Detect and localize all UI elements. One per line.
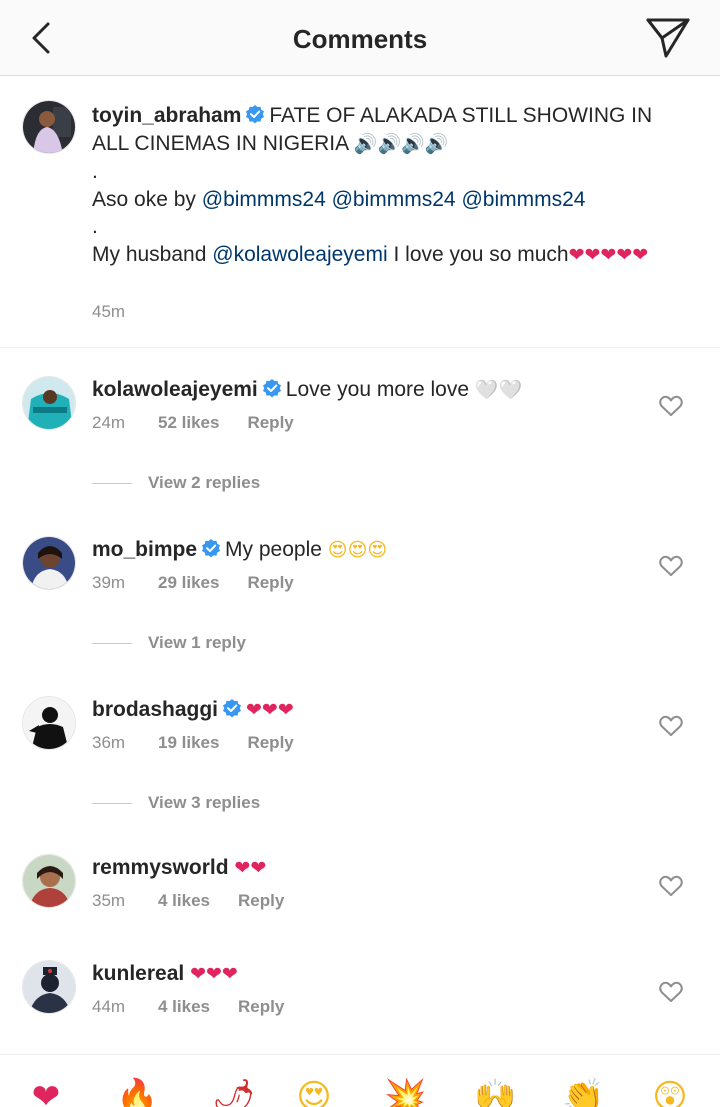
speaker-emoji: 🔊🔊🔊🔊 [353,132,449,155]
emoji-pepper-button[interactable]: 🌶 [212,1077,255,1107]
heart-emoji: ❤❤❤❤❤ [568,243,649,266]
caption-line3-after: I love you so much [393,242,569,266]
caption-text: toyin_abraham FATE OF ALAKADA STILL SHOWI… [92,102,682,269]
comment-text: kolawoleajeyemi Love you more love 🤍🤍 [92,376,652,404]
view-replies-link[interactable]: View 2 replies [92,473,260,493]
reply-button[interactable]: Reply [247,573,293,593]
post-caption: toyin_abraham FATE OF ALAKADA STILL SHOWI… [0,76,720,348]
white-heart-emoji: 🤍🤍 [474,379,523,401]
like-heart-icon[interactable] [658,874,684,898]
view-replies-label: View 1 reply [148,633,246,652]
avatar[interactable] [22,854,76,908]
comment-meta: 36m 19 likes Reply [92,733,294,753]
like-heart-icon[interactable] [658,554,684,578]
emoji-raised-hands-button[interactable]: 🙌 [474,1077,516,1107]
reply-button[interactable]: Reply [247,413,293,433]
comment-meta: 24m 52 likes Reply [92,413,294,433]
caption-dot: . [92,215,98,238]
view-replies-label: View 3 replies [148,793,261,812]
comment-username[interactable]: kolawoleajeyemi [92,378,258,401]
likes-count[interactable]: 19 likes [158,733,219,753]
like-heart-icon[interactable] [658,714,684,738]
view-replies-link[interactable]: View 1 reply [92,633,246,653]
comment-username[interactable]: mo_bimpe [92,538,197,561]
like-heart-icon[interactable] [658,394,684,418]
comment-meta: 44m 4 likes Reply [92,997,284,1017]
heart-emoji: ❤❤❤ [246,699,294,721]
likes-count[interactable]: 52 likes [158,413,219,433]
view-replies-label: View 2 replies [148,473,261,492]
reply-button[interactable]: Reply [238,891,284,911]
likes-count[interactable]: 4 likes [158,997,210,1017]
verified-badge-icon [202,539,221,558]
avatar[interactable] [22,100,76,154]
emoji-heart-button[interactable]: ❤ [26,1077,66,1107]
verified-badge-icon [246,105,265,124]
comment-time: 36m [92,733,126,752]
post-username[interactable]: toyin_abraham [92,104,241,127]
comment-time: 24m [92,413,126,432]
avatar[interactable] [22,376,76,430]
mention-link[interactable]: @kolawoleajeyemi [212,243,387,266]
avatar[interactable] [22,960,76,1014]
comment-time: 44m [92,997,126,1016]
likes-count[interactable]: 29 likes [158,573,219,593]
emoji-fire-button[interactable]: 🔥 [116,1077,158,1107]
caption-dot: . [92,160,98,183]
page-title: Comments [292,24,428,54]
comment-username[interactable]: kunlereal [92,962,184,985]
comment-text: brodashaggi ❤❤❤ [92,696,652,724]
comment-text: remmysworld ❤❤ [92,854,652,882]
view-replies-link[interactable]: View 3 replies [92,793,260,813]
divider-line [92,483,132,485]
reply-button[interactable]: Reply [238,997,284,1017]
comment-body: Love you more love [285,378,470,401]
reply-button[interactable]: Reply [247,733,293,753]
comment-time: 39m [92,573,126,592]
paper-plane-icon[interactable] [644,16,692,60]
avatar[interactable] [22,696,76,750]
heart-eyes-emoji: 😍😍😍 [327,539,388,561]
emoji-astonished-button[interactable]: 😲 [650,1077,690,1107]
emoji-boom-button[interactable]: 💥 [384,1077,426,1107]
comment-meta: 35m 4 likes Reply [92,891,284,911]
comment-meta: 39m 29 likes Reply [92,573,294,593]
header-bar: Comments [0,0,720,76]
heart-emoji: ❤❤❤ [190,963,238,985]
caption-line3: My husband [92,242,207,266]
likes-count[interactable]: 4 likes [158,891,210,911]
like-heart-icon[interactable] [658,980,684,1004]
heart-emoji: ❤❤ [234,857,267,879]
caption-line2: Aso oke by [92,187,196,211]
mention-link[interactable]: @bimmms24 [332,188,456,211]
verified-badge-icon [223,699,242,718]
mention-link[interactable]: @bimmms24 [202,188,326,211]
divider-line [92,803,132,805]
emoji-heart-eyes-button[interactable]: 😍 [294,1077,334,1107]
comment-text: kunlereal ❤❤❤ [92,960,652,988]
comment-username[interactable]: brodashaggi [92,698,218,721]
mention-link[interactable]: @bimmms24 [461,188,585,211]
post-timestamp: 45m [92,302,126,321]
emoji-quick-bar: ❤ 🔥 🌶 😍 💥 🙌 👏 😲 [0,1054,720,1107]
comment-username[interactable]: remmysworld [92,856,229,879]
avatar[interactable] [22,536,76,590]
emoji-clap-button[interactable]: 👏 [562,1077,604,1107]
comment-time: 35m [92,891,126,910]
verified-badge-icon [262,379,281,398]
comment-text: mo_bimpe My people 😍😍😍 [92,536,652,564]
comment-body: My people [225,538,322,561]
divider-line [92,643,132,645]
